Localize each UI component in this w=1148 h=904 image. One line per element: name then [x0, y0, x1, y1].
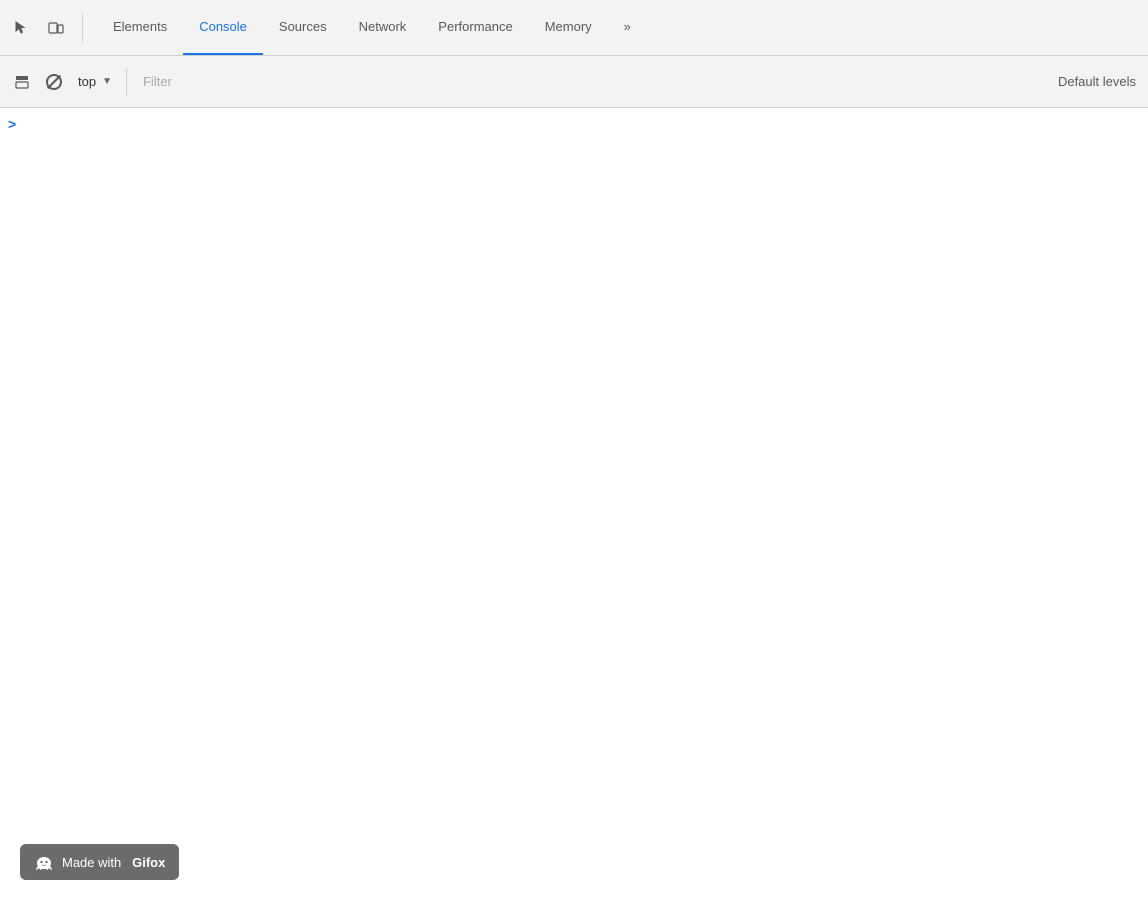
toolbar-icons — [8, 14, 89, 42]
device-toggle-button[interactable] — [42, 14, 70, 42]
no-entry-icon — [46, 74, 62, 90]
device-icon — [48, 20, 64, 36]
tab-elements[interactable]: Elements — [97, 0, 183, 55]
context-dropdown-arrow: ▼ — [102, 76, 112, 87]
clear-console-button[interactable] — [40, 68, 68, 96]
drawer-icon — [15, 75, 29, 89]
default-levels-button[interactable]: Default levels — [1058, 74, 1140, 89]
gifox-fox-icon — [34, 852, 54, 872]
tab-more[interactable]: » — [608, 0, 647, 55]
context-selector[interactable]: top ▼ — [72, 68, 118, 96]
gifox-logo-icon — [34, 852, 54, 872]
cursor-icon — [14, 20, 30, 36]
filter-input[interactable] — [135, 68, 1054, 96]
toolbar-divider — [82, 14, 83, 42]
show-drawer-button[interactable] — [8, 68, 36, 96]
inspect-element-button[interactable] — [8, 14, 36, 42]
secondary-toolbar: top ▼ Default levels — [0, 56, 1148, 108]
gifox-badge: Made with Gifox — [20, 844, 179, 880]
secondary-divider — [126, 68, 127, 96]
tab-console[interactable]: Console — [183, 0, 263, 55]
console-chevron-right[interactable]: > — [8, 116, 16, 132]
tab-performance[interactable]: Performance — [422, 0, 528, 55]
console-output-area: > — [0, 108, 1148, 844]
console-prompt-row: > — [0, 112, 1148, 136]
context-value: top — [78, 74, 96, 89]
tabs-container: Elements Console Sources Network Perform… — [97, 0, 1140, 55]
badge-made-with-text: Made with Gifox — [62, 855, 165, 870]
tab-sources[interactable]: Sources — [263, 0, 343, 55]
tab-memory[interactable]: Memory — [529, 0, 608, 55]
tab-network[interactable]: Network — [343, 0, 423, 55]
tab-bar: Elements Console Sources Network Perform… — [0, 0, 1148, 56]
